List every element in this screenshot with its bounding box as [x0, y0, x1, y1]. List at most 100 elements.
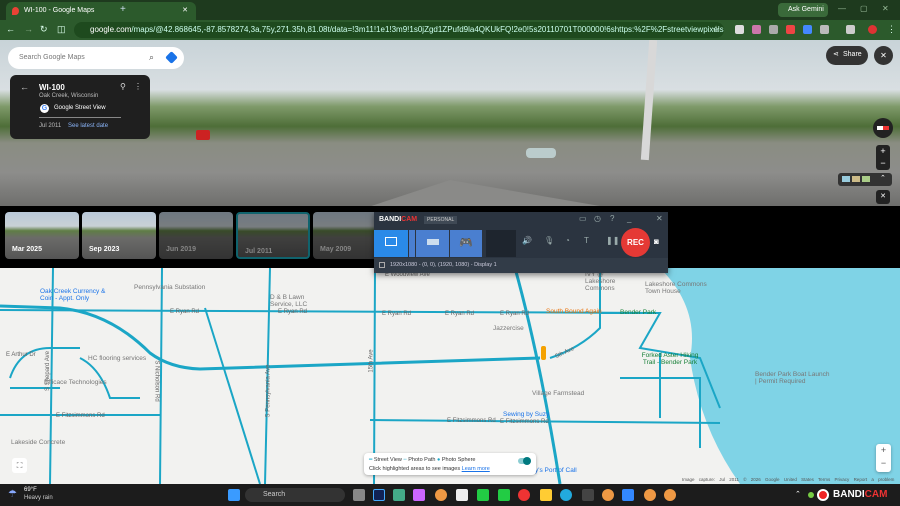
minimize-icon[interactable]: _: [627, 214, 631, 223]
extensions-puzzle-icon[interactable]: [820, 25, 829, 34]
compass-icon[interactable]: [873, 118, 893, 138]
clock-icon[interactable]: ◷: [594, 214, 601, 223]
profile-avatar[interactable]: [868, 25, 877, 34]
split-view-icon[interactable]: ◫: [57, 24, 66, 35]
street-view-layer-toggle[interactable]: [518, 457, 531, 465]
url-input[interactable]: google.com/maps/@42.868645,-87.8578274,3…: [74, 22, 724, 38]
store-icon[interactable]: [393, 489, 405, 501]
fullscreen-icon[interactable]: ⛶: [12, 458, 27, 473]
timeline-thumb-selected[interactable]: Jul 2011: [236, 212, 310, 259]
start-icon[interactable]: [228, 489, 240, 501]
tray-status-icon[interactable]: [808, 492, 814, 498]
record-button[interactable]: REC: [621, 228, 650, 257]
pegman-icon[interactable]: [541, 346, 546, 360]
poi-label[interactable]: Bender Park: [620, 309, 656, 316]
new-tab-button[interactable]: +: [120, 4, 126, 15]
chrome-icon[interactable]: [664, 489, 676, 501]
poi-label[interactable]: D & B Lawn Service, LLC: [270, 294, 315, 308]
map-canvas[interactable]: E Ryan Rd E Ryan Rd E Ryan Rd E Ryan Rd …: [0, 268, 900, 484]
app-icon[interactable]: [477, 489, 489, 501]
temperature[interactable]: 69°F: [24, 487, 37, 493]
search-input[interactable]: Search Google Maps ⌕: [8, 47, 184, 69]
maximize-icon[interactable]: ▢: [860, 4, 868, 13]
back-arrow-icon[interactable]: ←: [20, 82, 29, 92]
zoom-in-icon[interactable]: +: [876, 444, 891, 457]
search-icon[interactable]: ⌕: [149, 52, 154, 63]
bookmark-star-icon[interactable]: ☆: [712, 24, 720, 35]
poi-label[interactable]: South Bound Again: [546, 308, 602, 315]
edge-icon[interactable]: [560, 489, 572, 501]
poi-label[interactable]: Lakeside Concrete: [11, 439, 65, 446]
reload-icon[interactable]: ↻: [40, 24, 48, 35]
chrome-icon[interactable]: [435, 489, 447, 501]
menu-icon[interactable]: ⋮: [887, 24, 896, 35]
poi-label[interactable]: Village Farmstead: [532, 390, 584, 397]
layer-thumb[interactable]: [842, 176, 850, 182]
side-panel-icon[interactable]: [846, 25, 855, 34]
timeline-thumb[interactable]: Jun 2019: [159, 212, 233, 259]
defender-icon[interactable]: [622, 489, 634, 501]
file-explorer-icon[interactable]: [540, 489, 552, 501]
microphone-icon[interactable]: 🎙: [544, 236, 554, 245]
file-icon[interactable]: [456, 489, 468, 501]
extension-icon[interactable]: [752, 25, 761, 34]
extension-icon[interactable]: [769, 25, 778, 34]
chrome-icon[interactable]: [602, 489, 614, 501]
minimize-icon[interactable]: —: [838, 4, 846, 13]
game-mode-button[interactable]: 🎮: [450, 230, 482, 257]
zoom-in-icon[interactable]: +: [876, 145, 890, 157]
timeline-thumb[interactable]: Mar 2025: [5, 212, 79, 259]
taskbar-search[interactable]: Search: [245, 488, 345, 502]
app-icon[interactable]: [498, 489, 510, 501]
poi-label[interactable]: Lakeshore Commons Town House: [645, 281, 715, 295]
poi-label[interactable]: HC flooring services: [88, 355, 146, 362]
bandicam-tray-icon[interactable]: [817, 489, 829, 501]
bandicam-taskbar-icon[interactable]: [518, 489, 530, 501]
screenshot-icon[interactable]: ◙: [654, 237, 659, 246]
privacy-link[interactable]: Privacy: [835, 477, 850, 482]
see-latest-date-link[interactable]: See latest date: [68, 123, 108, 129]
poi-label[interactable]: Efficace Technologies: [44, 379, 107, 386]
layer-thumb[interactable]: [852, 176, 860, 182]
zoom-out-icon[interactable]: −: [876, 157, 890, 169]
text-icon[interactable]: T: [584, 236, 589, 245]
zoom-out-icon[interactable]: −: [876, 457, 891, 470]
poi-label[interactable]: IVY @ Lakeshore Commons: [585, 271, 635, 292]
poi-label[interactable]: Pennsylvania Substation: [134, 284, 205, 291]
close-timeline-button[interactable]: ✕: [876, 190, 890, 204]
poi-label[interactable]: Jazzercise: [493, 325, 524, 332]
layer-thumb[interactable]: [862, 176, 870, 182]
terms-link[interactable]: Terms: [818, 477, 830, 482]
location-pin-icon[interactable]: ⚲: [120, 82, 126, 91]
more-options-icon[interactable]: ⋮: [134, 82, 142, 91]
close-tab-icon[interactable]: ✕: [182, 6, 188, 14]
help-icon[interactable]: ?: [610, 214, 614, 223]
poi-label[interactable]: Oak Creek Currency & Coin - Appt. Only: [40, 288, 110, 302]
close-street-view-button[interactable]: ✕: [874, 46, 893, 65]
extension-icon[interactable]: [735, 25, 744, 34]
ask-gemini-button[interactable]: Ask Gemini: [778, 3, 828, 17]
webcam-button[interactable]: [486, 230, 516, 257]
learn-more-link[interactable]: Learn more: [462, 466, 490, 472]
hdmi-mode-button[interactable]: [416, 230, 449, 257]
region-checkbox[interactable]: [379, 262, 385, 268]
timeline-thumb[interactable]: Sep 2023: [82, 212, 156, 259]
poi-label[interactable]: Forked Aster Hiking Trail - Bender Park: [640, 352, 700, 366]
layer-switcher[interactable]: ⌃: [838, 173, 892, 186]
screen-mode-button[interactable]: [374, 230, 408, 257]
map-zoom-control[interactable]: + −: [876, 444, 891, 472]
task-view-icon[interactable]: [353, 489, 365, 501]
copilot-icon[interactable]: [413, 489, 425, 501]
close-icon[interactable]: ✕: [656, 214, 663, 223]
speaker-icon[interactable]: 🔊: [522, 236, 532, 245]
directions-icon[interactable]: [165, 51, 178, 64]
folder-icon[interactable]: ▭: [579, 214, 587, 223]
extension-icon[interactable]: [786, 25, 795, 34]
report-problem-link[interactable]: Report a problem: [854, 477, 895, 482]
app-icon[interactable]: [582, 489, 594, 501]
close-window-icon[interactable]: ✕: [882, 4, 889, 13]
expand-up-icon[interactable]: ⌃: [880, 174, 886, 182]
street-view-zoom-control[interactable]: + −: [876, 145, 890, 170]
share-button[interactable]: ⋖ Share: [826, 46, 868, 65]
poi-label[interactable]: y's Port of Call: [535, 467, 577, 474]
